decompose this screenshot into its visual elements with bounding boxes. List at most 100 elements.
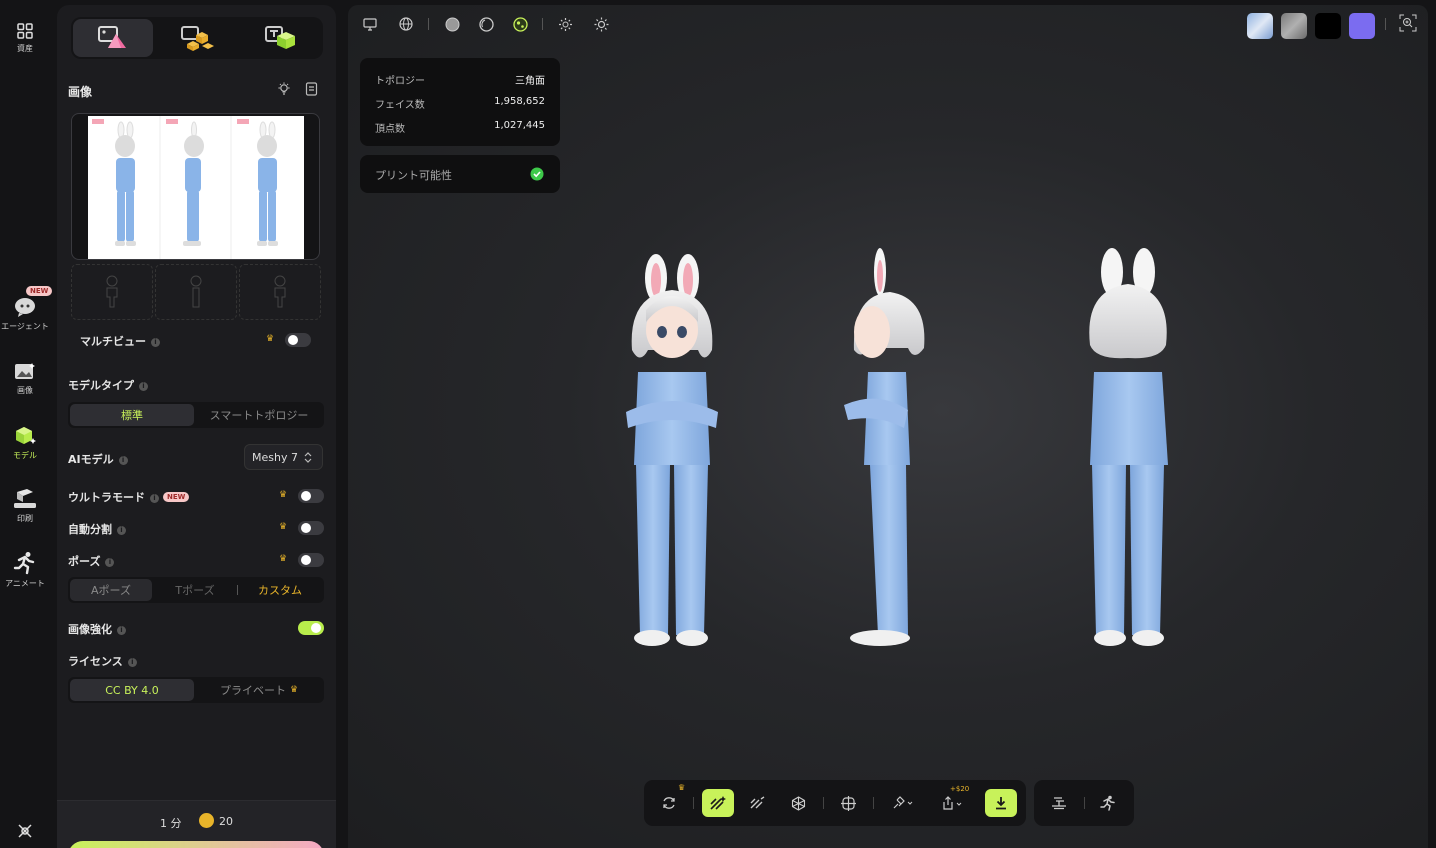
generate-footer: 1 分 20 [57,800,336,848]
license-row: ライセンス i [68,653,137,669]
info-icon[interactable]: i [151,338,160,347]
rail-item-model[interactable]: モデル [0,425,50,461]
ai-model-label: AIモデル [68,453,114,466]
figure-front [626,254,718,646]
pose-custom[interactable]: カスタム [238,579,322,601]
model-type-smart-topology[interactable]: スマートトポロジー [196,404,322,426]
transform-button[interactable] [834,789,862,817]
swatch-roughness[interactable] [1281,13,1307,39]
info-icon[interactable]: i [117,526,126,535]
swatch-normal[interactable] [1349,13,1375,39]
retexture-button[interactable] [744,789,772,817]
figure-back [1089,248,1168,646]
secondary-toolbar [1034,780,1134,826]
stat-faces: フェイス数 1,958,652 [375,96,545,111]
auto-split-toggle[interactable] [298,521,324,535]
info-icon[interactable]: i [117,626,126,635]
clay-shading-button[interactable] [477,15,495,33]
printability-card[interactable]: プリント可能性 [360,155,560,193]
license-cc-by[interactable]: CC BY 4.0 [70,679,194,701]
rail-item-print[interactable]: 印刷 [0,488,50,524]
pose-label: ポーズ [68,555,101,568]
rail-item-animate[interactable]: アニメート [0,551,50,589]
textured-shading-button[interactable] [511,15,529,33]
focus-button[interactable] [1399,14,1417,32]
download-button[interactable] [985,789,1017,817]
model-render [626,248,1168,646]
model-viewport[interactable]: トポロジー 三角面 フェイス数 1,958,652 頂点数 1,027,445 プリン… [348,5,1428,848]
image-enhance-row: 画像強化 i [68,621,126,637]
stat-label: 頂点数 [375,124,405,135]
ai-model-select[interactable]: Meshy 7 [244,444,323,470]
animate-button[interactable] [1094,789,1122,817]
lightbulb-icon[interactable] [277,82,291,96]
monitor-icon [363,17,377,31]
new-badge: NEW [26,286,53,296]
print-prep-button[interactable] [1045,789,1073,817]
share-button[interactable] [934,789,970,817]
pose-tools-button[interactable] [884,789,920,817]
running-figure-icon [13,552,35,575]
swatch-base-color[interactable] [1247,13,1273,39]
swatch-metallic[interactable] [1315,13,1341,39]
ai-model-row: AIモデル i [68,451,128,467]
divider [823,797,824,809]
ultra-mode-row: ウルトラモード i NEW [68,489,190,505]
stat-label: トポロジー [375,76,425,87]
light-settings-button[interactable] [592,15,610,33]
rail-label: 印刷 [17,514,33,523]
tab-batch[interactable] [157,19,237,57]
license-private[interactable]: プライベート ♛ [196,679,322,701]
ultra-mode-toggle[interactable] [298,489,324,503]
remesh-button[interactable] [655,789,683,817]
multiview-slot-back[interactable] [239,264,321,320]
tab-image-to-3d[interactable] [73,19,153,57]
pose-t[interactable]: Tポーズ [154,579,236,601]
info-icon[interactable]: i [127,658,137,667]
ai-model-value: Meshy 7 [252,450,298,464]
crosshair-box-icon [840,795,856,811]
stat-label: フェイス数 [375,100,425,111]
printability-label: プリント可能性 [375,169,452,182]
notes-icon[interactable] [305,82,318,96]
rail-item-agent[interactable]: NEW エージェント [0,286,53,332]
figure-back-outline-icon [274,275,286,308]
generate-button[interactable] [68,841,324,848]
model-type-standard[interactable]: 標準 [70,404,194,426]
info-icon[interactable]: i [150,494,159,503]
zoom-focus-icon [1399,14,1417,32]
auto-split-row: 自動分割 i [68,521,126,537]
image-section-title: 画像 [68,85,93,99]
stat-value: 1,958,652 [494,96,545,107]
crown-icon: ♛ [279,522,288,532]
ultra-mode-label: ウルトラモード [68,491,145,504]
monitor-view-button[interactable] [361,15,379,33]
rail-item-image[interactable]: 画像 [0,362,50,396]
rail-item-assets[interactable]: 資産 [0,22,50,54]
reference-image-preview[interactable] [71,113,320,260]
info-icon[interactable]: i [105,558,115,567]
multiview-slot-side[interactable] [155,264,237,320]
back-figure-thumb [257,121,278,246]
multiview-slot-front[interactable] [71,264,153,320]
image-enhance-toggle[interactable] [298,621,324,635]
sun-dim-icon [558,17,572,31]
pose-a[interactable]: Aポーズ [70,579,152,601]
model-type-selector: 標準 スマートトポロジー [68,402,324,428]
texture-button[interactable] [702,789,734,817]
solid-shading-button[interactable] [443,15,461,33]
info-icon[interactable]: i [118,456,128,465]
pose-toggle[interactable] [298,553,324,567]
credit-cost: 20 [219,815,233,828]
multiview-toggle[interactable] [285,333,311,347]
wireframe-globe-button[interactable] [397,15,415,33]
info-icon[interactable]: i [139,382,148,391]
solid-sphere-icon [445,17,459,31]
figure-side [844,248,925,646]
rail-item-tools[interactable] [0,822,50,840]
tab-text-to-3d[interactable] [241,19,321,57]
printer-icon [14,489,36,508]
image-to-3d-icon [98,26,126,48]
lighting-button[interactable] [556,15,574,33]
rig-button[interactable] [784,789,812,817]
